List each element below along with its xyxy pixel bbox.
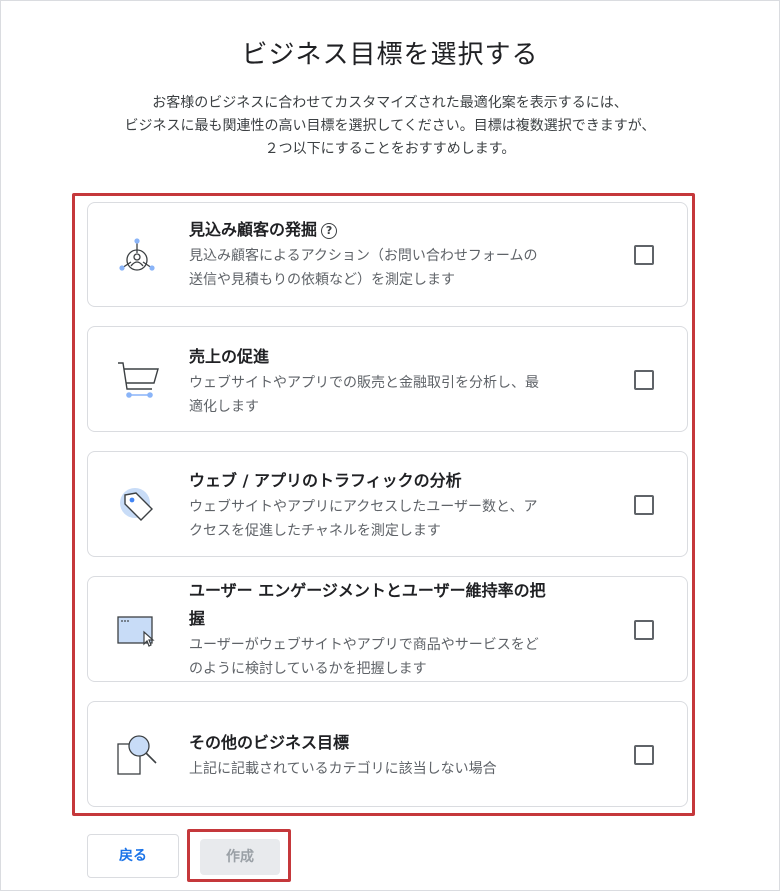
goal-card-other[interactable]: その他のビジネス目標 上記に記載されているカテゴリに該当しない場合: [87, 701, 688, 807]
description-line-2: ビジネスに最も関連性の高い目標を選択してください。目標は複数選択できますが、: [124, 118, 656, 134]
goal-checkbox[interactable]: [634, 745, 654, 765]
goal-checkbox[interactable]: [634, 370, 654, 390]
goal-card-text: 売上の促進 ウェブサイトやアプリでの販売と金融取引を分析し、最 適化します: [189, 343, 621, 419]
description-line-3: ２つ以下にすることをおすすめします。: [264, 141, 516, 157]
goal-card-engagement[interactable]: ユーザー エンゲージメントとユーザー維持率の把 握 ユーザーがウェブサイトやアプ…: [87, 576, 688, 682]
goal-checkbox[interactable]: [634, 620, 654, 640]
page-description: お客様のビジネスに合わせてカスタマイズされた最適化案を表示するには、 ビジネスに…: [40, 92, 740, 161]
goal-subtitle-line-1: 上記に記載されているカテゴリに該当しない場合: [189, 761, 497, 777]
goal-card-sales[interactable]: 売上の促進 ウェブサイトやアプリでの販売と金融取引を分析し、最 適化します: [87, 326, 688, 432]
goal-title: ウェブ / アプリのトラフィックの分析: [189, 471, 462, 490]
goal-subtitle-line-1: ウェブサイトやアプリでの販売と金融取引を分析し、最: [189, 375, 539, 391]
goal-card-text: ユーザー エンゲージメントとユーザー維持率の把 握 ユーザーがウェブサイトやアプ…: [189, 577, 621, 681]
goal-title: 見込み顧客の発掘?: [189, 216, 621, 244]
help-icon[interactable]: ?: [321, 223, 338, 239]
back-button[interactable]: 戻る: [87, 834, 179, 878]
goal-card-text: その他のビジネス目標 上記に記載されているカテゴリに該当しない場合: [189, 729, 621, 781]
goal-subtitle-line-1: 見込み顧客によるアクション（お問い合わせフォームの: [189, 248, 538, 264]
goal-title: その他のビジネス目標: [189, 733, 350, 752]
goal-card-traffic[interactable]: ウェブ / アプリのトラフィックの分析 ウェブサイトやアプリにアクセスしたユーザ…: [87, 451, 688, 557]
page-title: ビジネス目標を選択する: [241, 40, 539, 70]
goal-subtitle-line-1: ウェブサイトやアプリにアクセスしたユーザー数と、ア: [189, 499, 538, 515]
goal-card-text: ウェブ / アプリのトラフィックの分析 ウェブサイトやアプリにアクセスしたユーザ…: [189, 467, 621, 543]
cart-icon: [114, 357, 160, 403]
goal-subtitle-line-2: クセスを促進したチャネルを測定します: [189, 523, 441, 539]
goal-title-text: 見込み顧客の発掘: [189, 220, 318, 239]
goal-card-lead-generation[interactable]: 見込み顧客の発掘? 見込み顧客によるアクション（お問い合わせフォームの 送信や見…: [87, 202, 688, 307]
goal-checkbox[interactable]: [634, 245, 654, 265]
goal-card-text: 見込み顧客の発掘? 見込み顧客によるアクション（お問い合わせフォームの 送信や見…: [189, 216, 621, 292]
goal-title: 売上の促進: [189, 347, 270, 366]
magnifier-icon: [114, 732, 160, 778]
goal-subtitle-line-1: ユーザーがウェブサイトやアプリで商品やサービスをど: [189, 637, 539, 653]
goal-subtitle-line-2: 送信や見積もりの依頼など）を測定します: [189, 272, 455, 288]
tag-icon: [114, 482, 160, 528]
create-button-highlight: 作成: [187, 829, 291, 882]
goal-subtitle-line-2: 適化します: [189, 399, 259, 415]
goal-checkbox[interactable]: [634, 495, 654, 515]
goal-title-line-2: 握: [189, 609, 206, 628]
goal-subtitle-line-2: のように検討しているかを把握します: [189, 661, 427, 677]
browser-cursor-icon: [114, 607, 160, 653]
create-button[interactable]: 作成: [200, 839, 280, 875]
description-line-1: お客様のビジネスに合わせてカスタマイズされた最適化案を表示するには、: [152, 95, 628, 111]
goal-title-line-1: ユーザー エンゲージメントとユーザー維持率の把: [189, 581, 546, 600]
lead-target-icon: [114, 233, 160, 279]
